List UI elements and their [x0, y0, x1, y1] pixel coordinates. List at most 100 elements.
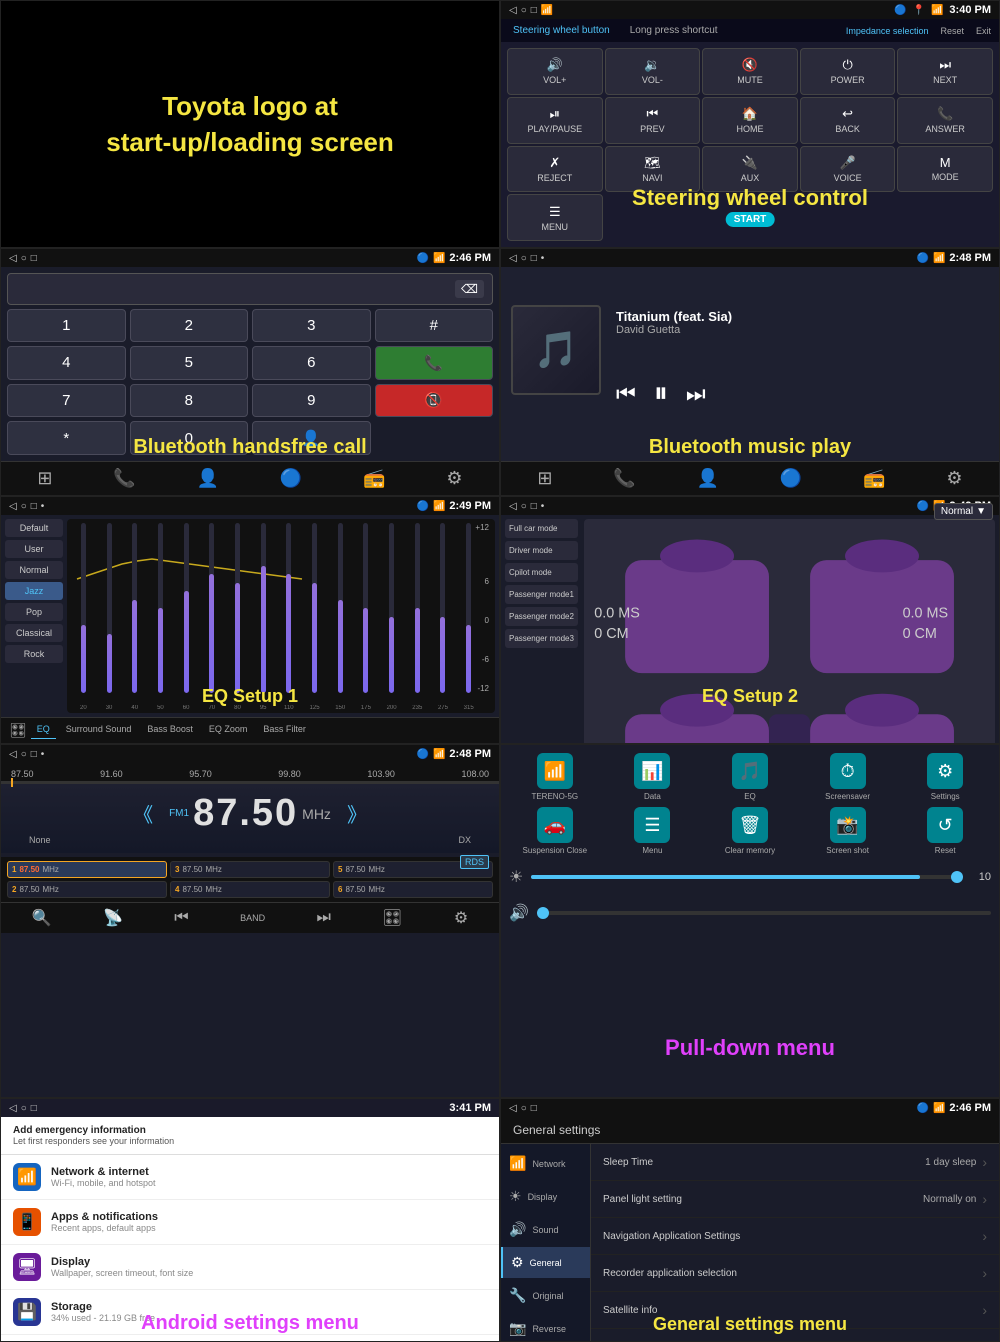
radio-nav-settings[interactable]: ⚙ [454, 908, 468, 928]
sidebar-general[interactable]: ⚙ General [501, 1247, 590, 1278]
eq2-mode-pass1[interactable]: Passenger mode1 [505, 585, 578, 604]
antenna-icon[interactable]: 📡 [103, 908, 123, 928]
bt-play-btn[interactable]: ⏸ [654, 377, 668, 410]
eq1-tab-filter[interactable]: Bass Filter [257, 722, 312, 739]
settings-icon[interactable]: ⚙ [454, 908, 468, 928]
nav-apps2[interactable]: ⊞ [537, 468, 552, 489]
dial-5[interactable]: 5 [130, 346, 249, 380]
eq2-mode-copilot[interactable]: Cpilot mode [505, 563, 578, 582]
data-icon[interactable]: 📊 [634, 753, 670, 789]
sw-home[interactable]: 🏠HOME [702, 97, 798, 144]
eq1-tab-bass[interactable]: Bass Boost [141, 722, 199, 739]
eq-icon[interactable]: 🎛 [382, 908, 402, 928]
steering-tab-button[interactable]: Steering wheel button [509, 23, 614, 38]
nav-bt2[interactable]: 📻 [363, 468, 385, 489]
dial-4[interactable]: 4 [7, 346, 126, 380]
eq-preset-jazz[interactable]: Jazz [5, 582, 63, 600]
nav-contacts2[interactable]: 👤 [697, 468, 719, 489]
gen-row-nav[interactable]: Navigation Application Settings › [591, 1218, 999, 1255]
gen-row-panel[interactable]: Panel light setting Normally on › [591, 1181, 999, 1218]
bt-next-btn[interactable]: ⏭ [686, 381, 706, 407]
reset-btn[interactable]: Reset [940, 26, 964, 36]
sidebar-sound[interactable]: 🔊 Sound [501, 1214, 590, 1245]
radio-arrow-right[interactable]: 》 [347, 799, 367, 828]
radio-preset-6[interactable]: 6 87.50 MHz [333, 881, 493, 898]
setting-privacy[interactable]: 🔒 Privacy Permissions, account activity [1, 1335, 499, 1341]
sw-mute[interactable]: 🔇MUTE [702, 48, 798, 95]
pd-menu-icon[interactable]: ☰ [634, 807, 670, 843]
radio-nav-next[interactable]: ⏭ [316, 909, 330, 927]
sidebar-network[interactable]: 📶 Network [501, 1148, 590, 1179]
nav-apps[interactable]: ⊞ [37, 468, 52, 489]
dial-hash[interactable]: # [375, 309, 494, 342]
brightness-slider[interactable] [531, 875, 963, 879]
setting-network[interactable]: 📶 Network & internet Wi-Fi, mobile, and … [1, 1155, 499, 1200]
dial-3[interactable]: 3 [252, 309, 371, 342]
eq1-tab-zoom[interactable]: EQ Zoom [203, 722, 254, 739]
dial-call[interactable]: 📞 [375, 346, 494, 380]
dial-2[interactable]: 2 [130, 309, 249, 342]
dial-1[interactable]: 1 [7, 309, 126, 342]
eq1-tab-eq[interactable]: EQ [31, 722, 56, 739]
backspace-btn[interactable]: ⌫ [455, 280, 484, 298]
eq1-tab-surround[interactable]: Surround Sound [60, 722, 138, 739]
radio-nav-eq[interactable]: 🎛 [382, 908, 402, 928]
eq2-mode-pass3[interactable]: Passenger mode3 [505, 629, 578, 648]
pd-eq-icon[interactable]: 🎵 [732, 753, 768, 789]
volume-slider[interactable] [537, 911, 991, 915]
eq-preset-pop[interactable]: Pop [5, 603, 63, 621]
dial-6[interactable]: 6 [252, 346, 371, 380]
sidebar-original[interactable]: 🔧 Original [501, 1280, 590, 1311]
sw-next[interactable]: ⏭NEXT [897, 48, 993, 95]
search-icon[interactable]: 🔍 [32, 908, 52, 928]
nav-bt-active[interactable]: 🔵 [780, 468, 802, 489]
dial-endcall[interactable]: 📵 [375, 384, 494, 418]
radio-nav-band[interactable]: BAND [240, 913, 265, 923]
sw-vol-minus[interactable]: 🔉VOL- [605, 48, 701, 95]
eq1-tab-icon1[interactable]: 🎛 [9, 722, 27, 739]
band-label[interactable]: BAND [240, 913, 265, 923]
nav-bt[interactable]: 🔵 [280, 468, 302, 489]
prev-icon[interactable]: ⏮ [174, 909, 188, 927]
screensaver-icon[interactable]: ⏱ [830, 753, 866, 789]
eq-preset-classical[interactable]: Classical [5, 624, 63, 642]
nav-contacts[interactable]: 👤 [197, 468, 219, 489]
radio-nav-antenna[interactable]: 📡 [103, 908, 123, 928]
radio-nav-search[interactable]: 🔍 [32, 908, 52, 928]
eq-preset-normal[interactable]: Normal [5, 561, 63, 579]
next-icon[interactable]: ⏭ [316, 909, 330, 927]
sw-back[interactable]: ↩BACK [800, 97, 896, 144]
nav-phone[interactable]: 📞 [113, 468, 135, 489]
impedance-btn[interactable]: Impedance selection [846, 26, 929, 36]
dial-input[interactable]: ⌫ [7, 273, 493, 305]
radio-preset-2[interactable]: 2 87.50 MHz [7, 881, 167, 898]
dial-7[interactable]: 7 [7, 384, 126, 418]
eq-preset-user[interactable]: User [5, 540, 63, 558]
sw-play-pause[interactable]: ⏯PLAY/PAUSE [507, 97, 603, 144]
steering-tab-longpress[interactable]: Long press shortcut [626, 23, 722, 38]
setting-apps[interactable]: 📱 Apps & notifications Recent apps, defa… [1, 1200, 499, 1245]
screenshot-icon[interactable]: 📸 [830, 807, 866, 843]
eq2-mode-driver[interactable]: Driver mode [505, 541, 578, 560]
eq2-normal-badge[interactable]: Normal ▼ [934, 503, 993, 520]
suspension-icon[interactable]: 🚗 [537, 807, 573, 843]
radio-preset-4[interactable]: 4 87.50 MHz [170, 881, 330, 898]
reset-icon[interactable]: ↺ [927, 807, 963, 843]
gen-row-sleep[interactable]: Sleep Time 1 day sleep › [591, 1144, 999, 1181]
sw-vol-plus[interactable]: 🔊VOL+ [507, 48, 603, 95]
sw-power[interactable]: ⏻POWER [800, 48, 896, 95]
exit-btn[interactable]: Exit [976, 26, 991, 36]
gen-row-recorder[interactable]: Recorder application selection › [591, 1255, 999, 1292]
sw-answer[interactable]: 📞ANSWER [897, 97, 993, 144]
radio-preset-3[interactable]: 3 87.50 MHz [170, 861, 330, 878]
radio-arrow-left[interactable]: 《 [133, 799, 153, 828]
nav-bt3[interactable]: 📻 [863, 468, 885, 489]
sw-prev[interactable]: ⏮PREV [605, 97, 701, 144]
nav-settings[interactable]: ⚙ [446, 468, 462, 489]
tereno-icon[interactable]: 📶 [537, 753, 573, 789]
eq2-mode-fullcar[interactable]: Full car mode [505, 519, 578, 538]
eq-preset-rock[interactable]: Rock [5, 645, 63, 663]
bt-prev-btn[interactable]: ⏮ [616, 381, 636, 407]
nav-phone2[interactable]: 📞 [613, 468, 635, 489]
dial-9[interactable]: 9 [252, 384, 371, 418]
